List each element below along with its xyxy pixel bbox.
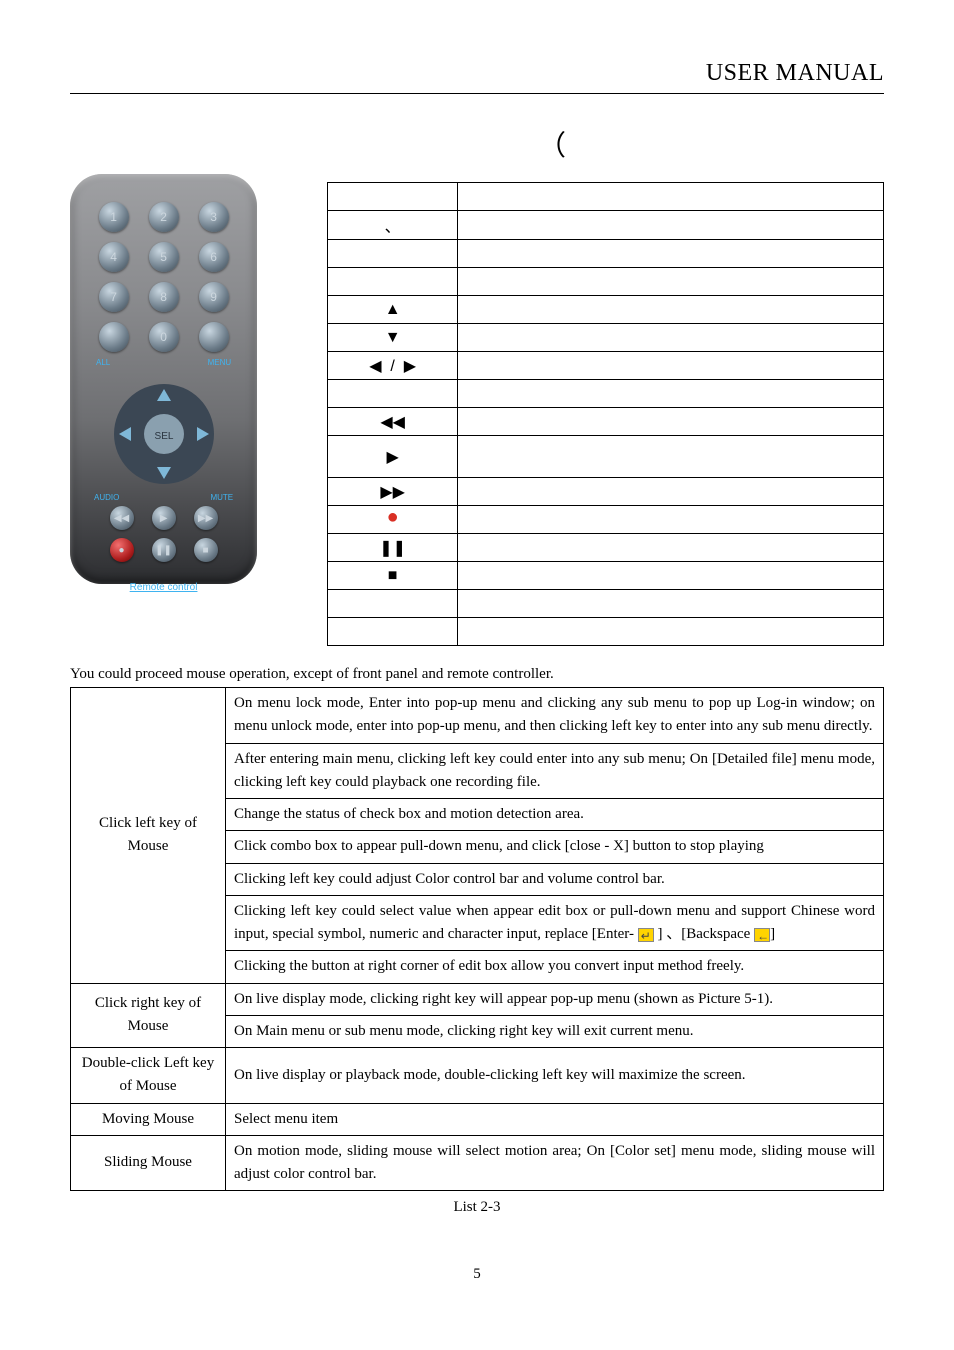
key-2: 2 <box>149 202 179 232</box>
row-pause: ❚❚ <box>328 534 458 562</box>
lc6c: ] <box>770 926 775 942</box>
row-play: ▶ <box>328 436 458 478</box>
remote-keypad: 1 2 3 4 5 6 7 8 9 0 <box>88 202 239 352</box>
row-mute <box>328 618 458 646</box>
double-click-head: Double-click Left key of Mouse <box>71 1048 226 1104</box>
pause-button: ❚❚ <box>152 538 176 562</box>
rc2: On Main menu or sub menu mode, clicking … <box>226 1015 884 1047</box>
remote-caption: Remote control <box>88 582 239 593</box>
rc1: On live display mode, clicking right key… <box>226 983 884 1015</box>
remote-mid-labels: AUDIO MUTE <box>88 493 239 506</box>
sliding-head: Sliding Mouse <box>71 1135 226 1191</box>
backspace-icon <box>754 928 770 942</box>
lc4: Click combo box to appear pull-down menu… <box>226 831 884 863</box>
rew-button: ◀◀ <box>110 506 134 530</box>
mouse-intro: You could proceed mouse operation, excep… <box>70 666 884 683</box>
row-sel <box>328 380 458 408</box>
key-9: 9 <box>199 282 229 312</box>
row-ffwd: ▶▶ <box>328 478 458 506</box>
key-blank-left <box>99 322 129 352</box>
sl1: On motion mode, sliding mouse will selec… <box>226 1135 884 1191</box>
remote-control-figure: 1 2 3 4 5 6 7 8 9 0 ALL MENU SEL <box>70 174 257 584</box>
table-caption: List 2-3 <box>70 1199 884 1216</box>
lbl-audio: AUDIO <box>94 493 119 502</box>
head-remark <box>458 183 884 211</box>
lbl-menu: MENU <box>208 358 232 367</box>
key-8: 8 <box>149 282 179 312</box>
lc5: Clicking left key could adjust Color con… <box>226 863 884 895</box>
lc2: After entering main menu, clicking left … <box>226 743 884 799</box>
dc1: On live display or playback mode, double… <box>226 1048 884 1104</box>
key-4: 4 <box>99 242 129 272</box>
lc6b: ] 、[Backspace <box>654 926 754 942</box>
remote-small-row2: ● ❚❚ ■ <box>88 538 239 562</box>
remote-dpad: SEL <box>109 379 219 489</box>
page-number: 5 <box>70 1266 884 1283</box>
play-button: ▶ <box>152 506 176 530</box>
key-5: 5 <box>149 242 179 272</box>
key-7: 7 <box>99 282 129 312</box>
rec-button: ● <box>110 538 134 562</box>
row-rec: ● <box>328 506 458 534</box>
remote-key-table: 、 ▲ ▼ ◀ / ▶ ◀◀ ▶ ▶▶ ● ❚❚ ■ <box>327 182 884 646</box>
mv1: Select menu item <box>226 1103 884 1135</box>
key-blank-right <box>199 322 229 352</box>
lc6: Clicking left key could select value whe… <box>226 895 884 951</box>
head-key <box>328 183 458 211</box>
lbl-all: ALL <box>96 358 110 367</box>
key-1: 1 <box>99 202 129 232</box>
key-3: 3 <box>199 202 229 232</box>
row-comma: 、 <box>328 211 458 240</box>
row-up: ▲ <box>328 296 458 324</box>
key-table-head <box>328 183 884 211</box>
mouse-operation-table: Click left key of Mouse On menu lock mod… <box>70 687 884 1191</box>
row-leftright: ◀ / ▶ <box>328 352 458 380</box>
page-header-title: USER MANUAL <box>70 60 884 93</box>
upper-section: 1 2 3 4 5 6 7 8 9 0 ALL MENU SEL <box>70 174 884 646</box>
key-0: 0 <box>149 322 179 352</box>
left-click-head: Click left key of Mouse <box>71 688 226 984</box>
parenthesis-glyph: （ <box>220 124 884 164</box>
key-6: 6 <box>199 242 229 272</box>
right-click-head: Click right key of Mouse <box>71 983 226 1048</box>
enter-icon <box>638 928 654 942</box>
stop-button: ■ <box>194 538 218 562</box>
lbl-mute: MUTE <box>210 493 233 502</box>
lc6a: Clicking left key could select value whe… <box>234 903 875 942</box>
lc1: On menu lock mode, Enter into pop-up men… <box>226 688 884 744</box>
moving-head: Moving Mouse <box>71 1103 226 1135</box>
row-all <box>328 240 458 268</box>
header-divider <box>70 93 884 94</box>
remote-small-row1: ◀◀ ▶ ▶▶ <box>88 506 239 530</box>
row-menu <box>328 268 458 296</box>
row-stop: ■ <box>328 562 458 590</box>
svg-text:SEL: SEL <box>154 431 173 442</box>
row-audio <box>328 590 458 618</box>
ffwd-button: ▶▶ <box>194 506 218 530</box>
remote-row-labels: ALL MENU <box>88 358 239 371</box>
row-rew: ◀◀ <box>328 408 458 436</box>
lc3: Change the status of check box and motio… <box>226 799 884 831</box>
row-down: ▼ <box>328 324 458 352</box>
lc7: Clicking the button at right corner of e… <box>226 951 884 983</box>
